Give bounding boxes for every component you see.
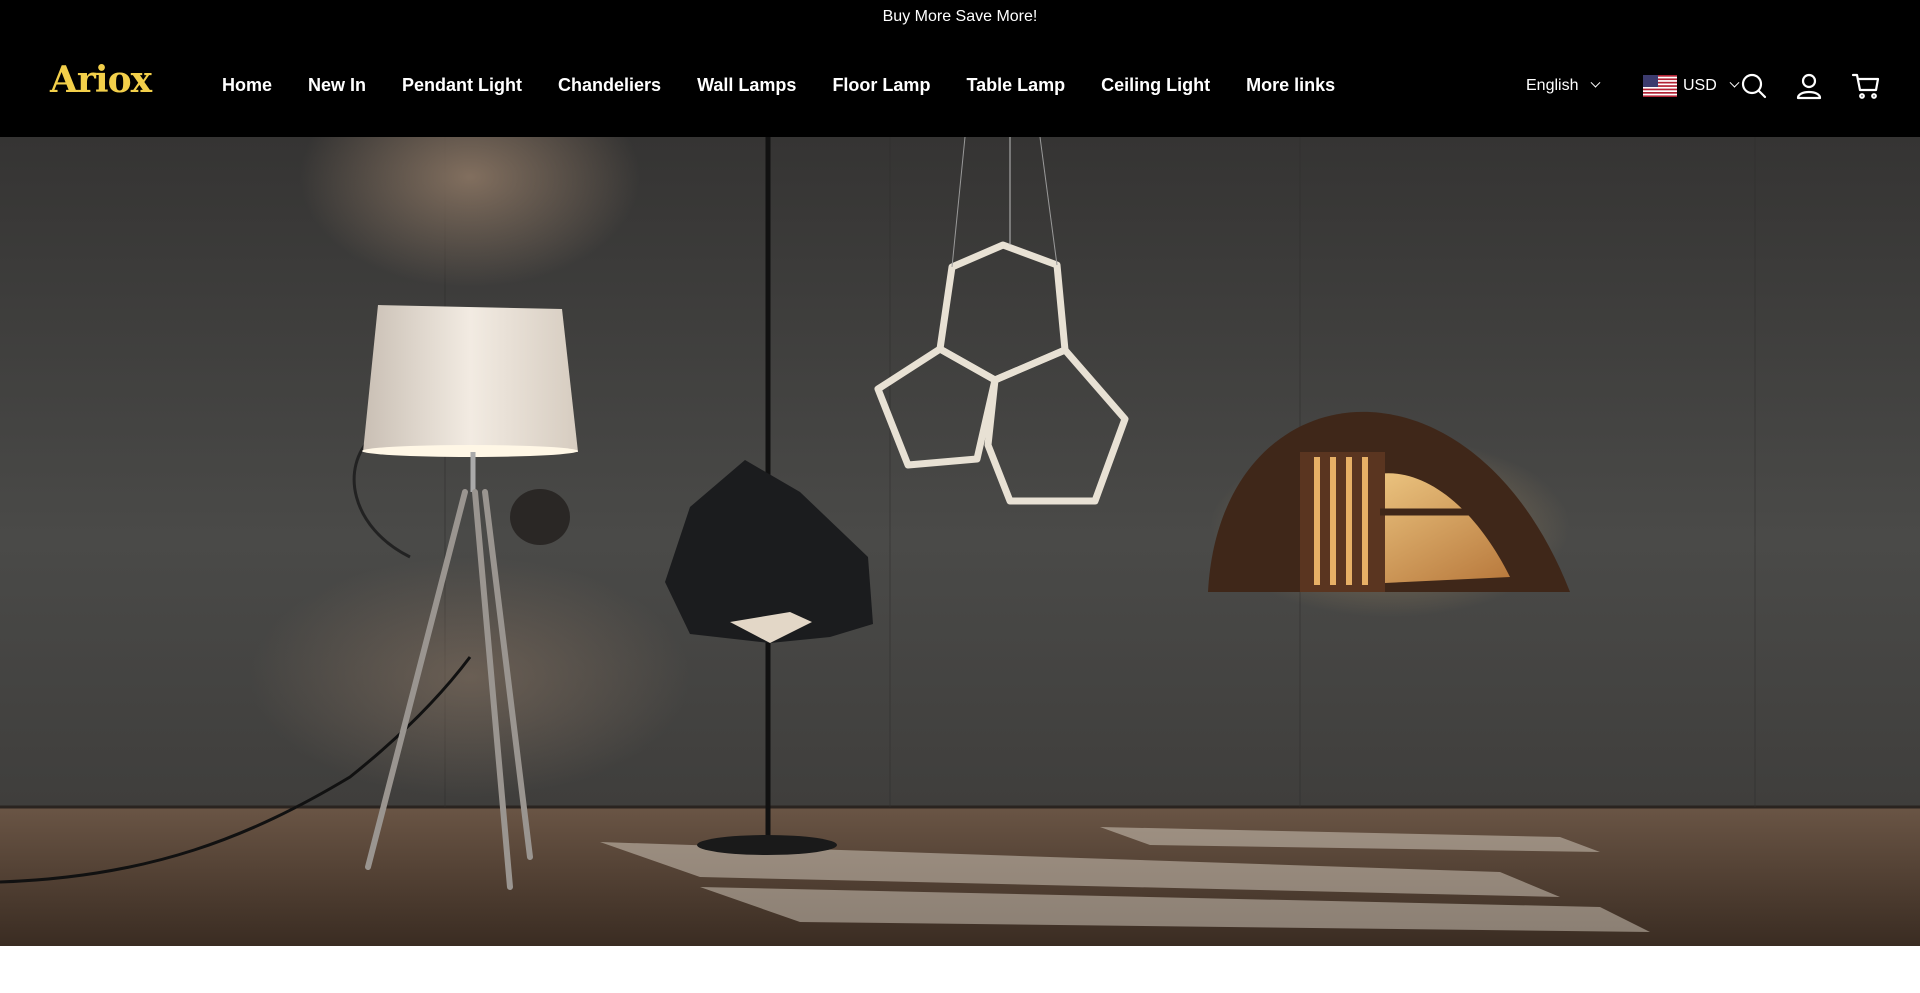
nav-item-new-in[interactable]: New In: [308, 75, 366, 96]
nav-item-ceiling-light[interactable]: Ceiling Light: [1101, 75, 1210, 96]
us-flag-icon: [1643, 74, 1677, 97]
cart-button[interactable]: [1850, 70, 1882, 102]
search-button[interactable]: [1738, 70, 1770, 102]
nav-item-home[interactable]: Home: [222, 75, 272, 96]
chevron-down-icon: [1591, 77, 1601, 88]
nav-item-floor-lamp[interactable]: Floor Lamp: [832, 75, 930, 96]
brand-logo[interactable]: Ariox: [50, 62, 152, 98]
main-nav: Home New In Pendant Light Chandeliers Wa…: [222, 34, 1371, 137]
account-button[interactable]: [1793, 70, 1825, 102]
currency-selector[interactable]: USD: [1643, 34, 1740, 137]
cart-icon: [1851, 73, 1880, 99]
announcement-bar: Buy More Save More!: [0, 0, 1920, 34]
nav-item-table-lamp[interactable]: Table Lamp: [966, 75, 1065, 96]
language-selector[interactable]: English: [1526, 34, 1601, 137]
site-header: Ariox Home New In Pendant Light Chandeli…: [0, 34, 1920, 137]
language-label: English: [1526, 76, 1579, 94]
page-content-start: [0, 946, 1920, 993]
currency-label: USD: [1683, 76, 1717, 94]
announcement-text: Buy More Save More!: [882, 8, 1038, 25]
account-icon: [1796, 73, 1822, 100]
nav-item-chandeliers[interactable]: Chandeliers: [558, 75, 661, 96]
nav-item-wall-lamps[interactable]: Wall Lamps: [697, 75, 796, 96]
nav-item-more-links[interactable]: More links: [1246, 75, 1335, 96]
search-icon: [1741, 73, 1767, 99]
hero-image: [0, 137, 1920, 946]
nav-item-pendant-light[interactable]: Pendant Light: [402, 75, 522, 96]
hero-banner[interactable]: [0, 137, 1920, 946]
